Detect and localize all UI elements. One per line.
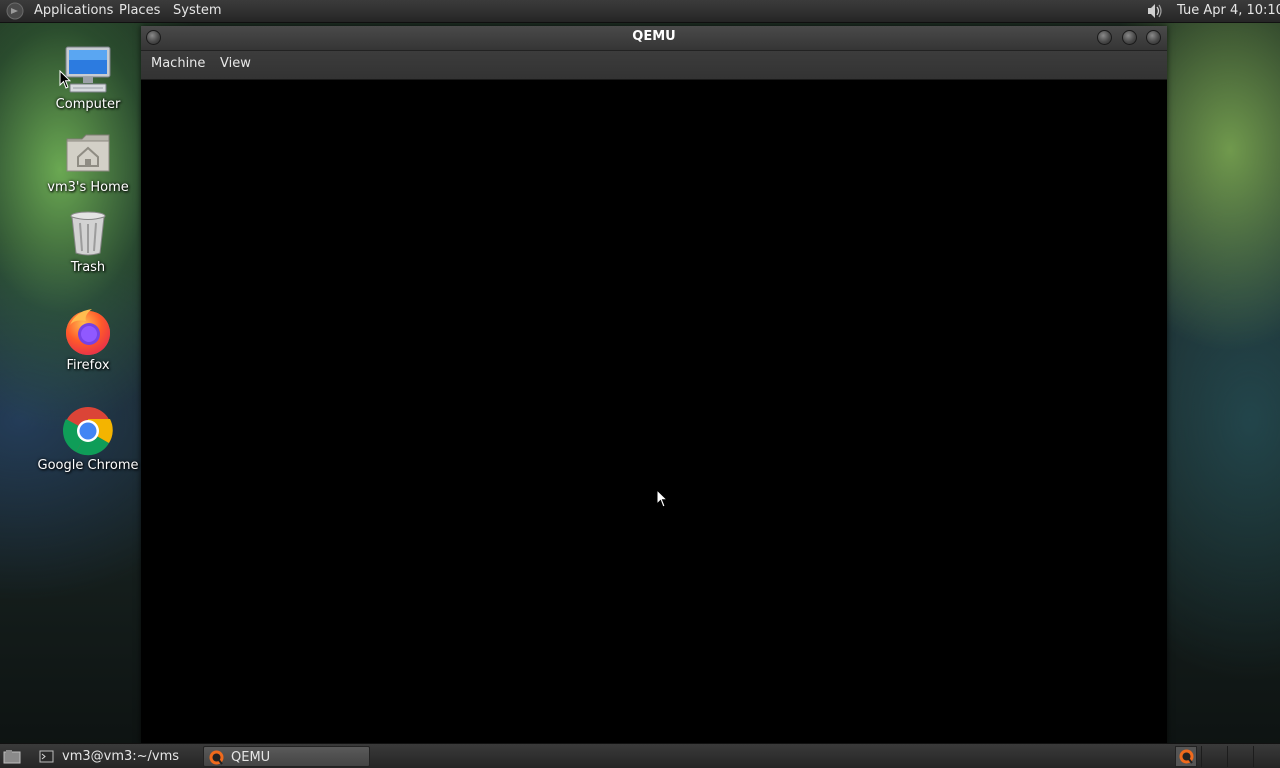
applications-menu[interactable]: Applications bbox=[34, 0, 113, 22]
tray-qemu-button[interactable] bbox=[1175, 746, 1197, 767]
desktop-icon-label: Trash bbox=[70, 260, 106, 275]
machine-menu[interactable]: Machine bbox=[151, 51, 205, 79]
desktop-icon-trash[interactable]: Trash bbox=[33, 207, 143, 275]
workspace-2[interactable] bbox=[1227, 746, 1253, 767]
gnome-foot-icon[interactable] bbox=[6, 2, 24, 20]
workspace-1[interactable] bbox=[1201, 746, 1227, 767]
chrome-icon bbox=[62, 407, 113, 456]
desktop-icon-chrome[interactable]: Google Chrome bbox=[33, 405, 143, 473]
mouse-pointer-icon bbox=[656, 489, 668, 508]
show-desktop-icon[interactable] bbox=[3, 749, 21, 764]
home-folder-icon bbox=[66, 134, 110, 172]
window-menubar: Machine View bbox=[141, 51, 1167, 80]
taskbar-item-qemu[interactable]: QEMU bbox=[203, 746, 370, 767]
qemu-window: QEMU Machine View bbox=[141, 26, 1167, 744]
window-titlebar[interactable]: QEMU bbox=[141, 26, 1167, 51]
desktop-icon-label: Computer bbox=[55, 97, 121, 112]
minimize-button[interactable] bbox=[1097, 30, 1112, 45]
top-panel: Applications Places System Tue Apr 4, 10… bbox=[0, 0, 1280, 23]
close-button[interactable] bbox=[1146, 30, 1161, 45]
workspace-3[interactable] bbox=[1253, 746, 1279, 767]
view-menu[interactable]: View bbox=[220, 51, 251, 79]
window-title: QEMU bbox=[632, 29, 676, 44]
maximize-button[interactable] bbox=[1122, 30, 1137, 45]
vm-display[interactable] bbox=[142, 80, 1166, 743]
desktop-icon-label: Firefox bbox=[66, 358, 110, 373]
system-menu[interactable]: System bbox=[173, 0, 221, 22]
desktop-icon-firefox[interactable]: Firefox bbox=[33, 305, 143, 373]
taskbar-item-label: QEMU bbox=[231, 750, 271, 765]
places-menu[interactable]: Places bbox=[119, 0, 160, 22]
desktop-icon-computer[interactable]: Computer bbox=[33, 44, 143, 112]
desktop-icon-home[interactable]: vm3's Home bbox=[33, 127, 143, 195]
volume-icon[interactable] bbox=[1142, 2, 1164, 20]
bottom-panel: vm3@vm3:~/vms QEMU bbox=[0, 743, 1280, 768]
mouse-pointer-icon bbox=[59, 70, 71, 89]
desktop-icon-label: Google Chrome bbox=[37, 458, 139, 473]
terminal-icon bbox=[39, 750, 54, 763]
taskbar-item-label: vm3@vm3:~/vms bbox=[62, 749, 180, 764]
taskbar-item-terminal[interactable]: vm3@vm3:~/vms bbox=[34, 746, 200, 767]
clock[interactable]: Tue Apr 4, 10:10 bbox=[1177, 0, 1280, 22]
qemu-icon bbox=[1179, 749, 1194, 764]
trash-icon bbox=[70, 211, 106, 256]
desktop-icon-label: vm3's Home bbox=[47, 180, 129, 195]
qemu-icon bbox=[209, 750, 224, 765]
firefox-icon bbox=[66, 309, 110, 355]
